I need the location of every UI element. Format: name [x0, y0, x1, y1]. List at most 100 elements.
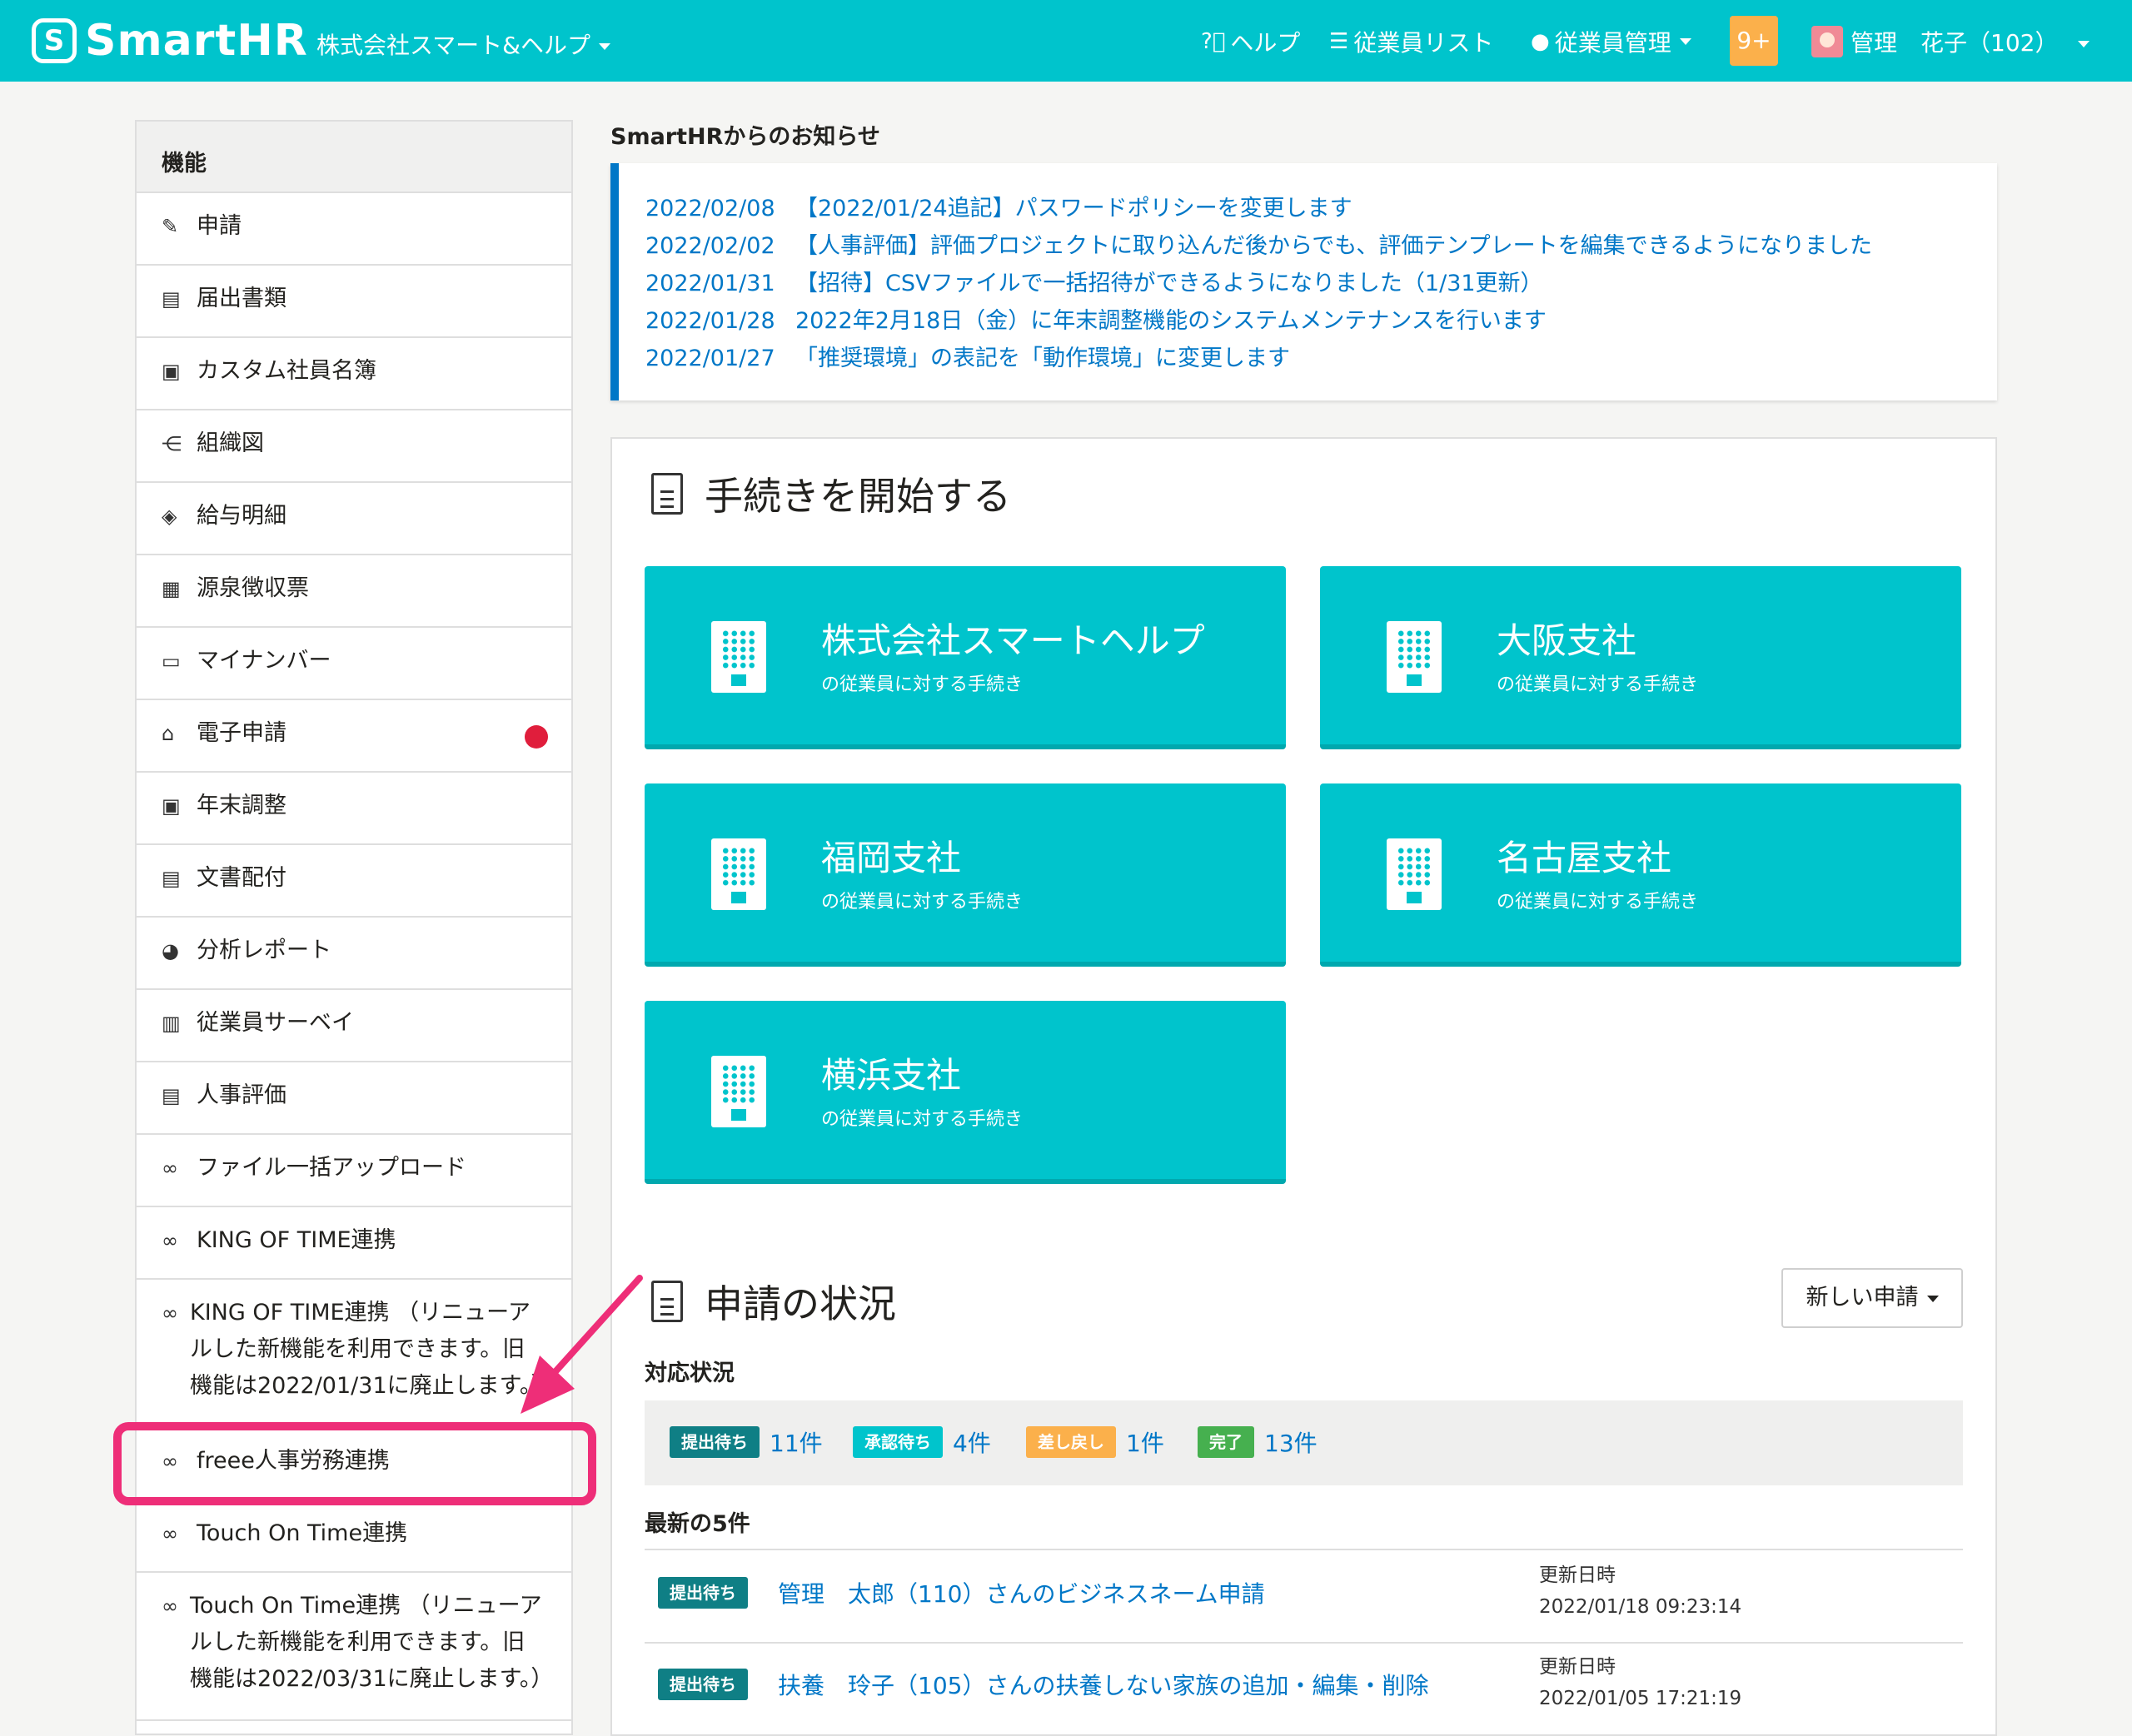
- sidebar-item[interactable]: ∞ Touch On Time連携 （リニューアルした新機能を利用できます。旧機能…: [137, 1573, 571, 1721]
- calculator-icon: ▦: [162, 577, 181, 600]
- sidebar-item-label: ファイル一括アップロード: [197, 1155, 466, 1181]
- divider: [645, 1549, 1963, 1550]
- sidebar-item-label: 給与明細: [197, 503, 286, 529]
- building-icon: [1387, 838, 1442, 910]
- id-card-icon: ▭: [162, 649, 181, 673]
- tile-name: 株式会社スマートヘルプ: [821, 620, 1205, 661]
- sidebar-item-label: Touch On Time連携: [197, 1520, 408, 1546]
- status-badge: 提出待ち: [658, 1669, 748, 1700]
- tile-subtitle: の従業員に対する手続き: [821, 1109, 1024, 1130]
- document-icon: [651, 1281, 683, 1322]
- notification-badge[interactable]: 9+: [1730, 16, 1778, 66]
- help-link[interactable]: ?⃝ ヘルプ: [1201, 25, 1300, 58]
- notice-text: 【人事評価】評価プロジェクトに取り込んだ後からでも、評価テンプレートを編集できる…: [795, 233, 1873, 259]
- question-circle-icon: ?⃝: [1201, 29, 1226, 54]
- sidebar-item[interactable]: ▦ 源泉徴収票: [137, 555, 571, 628]
- employee-list-link[interactable]: ☰ 従業員リスト: [1329, 25, 1493, 58]
- sidebar-item[interactable]: ▣ カスタム社員名簿: [137, 338, 571, 410]
- tile-name: 横浜支社: [821, 1055, 962, 1096]
- sidebar-item-label: カスタム社員名簿: [197, 358, 376, 384]
- building-icon: [711, 1056, 766, 1127]
- sidebar-item-label: 分析レポート: [197, 938, 331, 963]
- application-icon: ✎: [162, 215, 179, 238]
- procedure-tile[interactable]: 株式会社スマートヘルプの従業員に対する手続き: [645, 566, 1286, 749]
- status-filter[interactable]: 提出待ち 11件: [670, 1425, 823, 1459]
- building-icon: [711, 621, 766, 693]
- application-link[interactable]: 管理 太郎（110）さんのビジネスネーム申請: [778, 1576, 1265, 1609]
- sidebar-item[interactable]: ∞ Touch On Time連携: [137, 1500, 571, 1573]
- notice-link[interactable]: 2022/01/28 2022年2月18日（金）に年末調整機能のシステムメンテナン…: [645, 302, 1970, 340]
- new-application-button[interactable]: 新しい申請: [1781, 1268, 1963, 1328]
- applications-heading: 申請の状況: [651, 1274, 896, 1329]
- sidebar-item-label: 源泉徴収票: [197, 575, 309, 601]
- notice-text: 2022年2月18日（金）に年末調整機能のシステムメンテナンスを行います: [795, 308, 1547, 334]
- sidebar-item[interactable]: ◈ 給与明細: [137, 483, 571, 555]
- sidebar-item[interactable]: ▭ マイナンバー: [137, 628, 571, 700]
- employee-book-icon: ▣: [162, 360, 181, 383]
- notice-link[interactable]: 2022/02/02 【人事評価】評価プロジェクトに取り込んだ後からでも、評価テン…: [645, 227, 1970, 265]
- tile-subtitle: の従業員に対する手続き: [1497, 674, 1699, 695]
- chevron-down-icon: [1679, 38, 1691, 45]
- procedure-tile[interactable]: 名古屋支社 の従業員に対する手続き: [1320, 783, 1961, 967]
- notice-link[interactable]: 2022/02/08 【2022/01/24追記】パスワードポリシーを変更します: [645, 190, 1970, 227]
- tile-name: 大阪支社: [1497, 620, 1637, 661]
- notice-date: 2022/01/28: [645, 308, 775, 334]
- status-badge: 差し戻し: [1026, 1426, 1116, 1458]
- notice-text: 「推奨環境」の表記を「動作環境」に変更します: [795, 346, 1290, 371]
- calendar-icon: ▣: [162, 794, 181, 818]
- sidebar-item-label: KING OF TIME連携 （リニューアルした新機能を利用できます。旧機能は2…: [190, 1300, 554, 1399]
- updated-label: 更新日時: [1539, 1564, 1616, 1586]
- logo-text: SmartHR: [85, 16, 308, 66]
- employee-management-label: 従業員管理: [1554, 29, 1671, 57]
- sidebar-item-label: 文書配付: [197, 865, 286, 891]
- sidebar-item[interactable]: ◕ 分析レポート: [137, 918, 571, 990]
- sidebar-item[interactable]: ▤ 届出書類: [137, 266, 571, 338]
- org-chart-icon: ⋲: [162, 432, 182, 455]
- user-menu[interactable]: 管理 花子（102）: [1851, 25, 2090, 58]
- procedures-heading: 手続きを開始する: [651, 466, 1011, 521]
- company-selector[interactable]: 株式会社スマート&ヘルプ: [316, 27, 610, 61]
- sidebar-item[interactable]: ▤ 文書配付: [137, 845, 571, 918]
- sidebar-title: 機能: [137, 122, 571, 193]
- chevron-down-icon: [599, 43, 610, 50]
- procedure-tile[interactable]: 横浜支社の従業員に対する手続き: [645, 1001, 1286, 1184]
- tile-subtitle: の従業員に対する手続き: [821, 892, 1024, 913]
- status-filter[interactable]: 完了 13件: [1198, 1425, 1318, 1459]
- bank-icon: ⌂: [162, 722, 175, 745]
- updated-label: 更新日時: [1539, 1656, 1616, 1678]
- status-filter[interactable]: 差し戻し 1件: [1026, 1425, 1164, 1459]
- sidebar-item[interactable]: ▥ 従業員サーベイ: [137, 990, 571, 1062]
- status-badge: 提出待ち: [670, 1426, 760, 1458]
- sidebar-item[interactable]: ∞ KING OF TIME連携 （リニューアルした新機能を利用できます。旧機能は…: [137, 1280, 571, 1428]
- sidebar-item[interactable]: ⌂ 電子申請: [137, 700, 571, 773]
- link-icon: ∞: [162, 1229, 178, 1252]
- smarthr-logo[interactable]: S SmartHR: [32, 16, 308, 66]
- sidebar-item-label: KING OF TIME連携: [197, 1227, 396, 1253]
- employee-management-menu[interactable]: ● 従業員管理: [1531, 25, 1691, 58]
- notice-link[interactable]: 2022/01/31 【招待】CSVファイルで一括招待ができるようになりました（1…: [645, 265, 1970, 302]
- sidebar-item[interactable]: ∞ KING OF TIME連携: [137, 1207, 571, 1280]
- employee-list-label: 従業員リスト: [1353, 29, 1494, 57]
- building-icon: [1387, 621, 1442, 693]
- avatar[interactable]: [1811, 26, 1843, 57]
- status-badge: 承認待ち: [853, 1426, 943, 1458]
- updated-datetime: 2022/01/18 09:23:14: [1539, 1596, 1742, 1618]
- application-link[interactable]: 扶養 玲子（105）さんの扶養しない家族の追加・編集・削除: [778, 1668, 1428, 1701]
- sidebar-item-label: 人事評価: [197, 1082, 286, 1108]
- sidebar-item[interactable]: ✎ 申請: [137, 193, 571, 266]
- notice-link[interactable]: 2022/01/27 「推奨環境」の表記を「動作環境」に変更します: [645, 340, 1970, 377]
- procedure-tile[interactable]: 大阪支社の従業員に対する手続き: [1320, 566, 1961, 749]
- sidebar-item[interactable]: ⋲ 組織図: [137, 410, 571, 483]
- status-filter[interactable]: 承認待ち 4件: [853, 1425, 991, 1459]
- sidebar-item[interactable]: ▣ 年末調整: [137, 773, 571, 845]
- procedures-title: 手続きを開始する: [705, 474, 1011, 519]
- link-icon: ∞: [162, 1301, 178, 1325]
- latest-heading: 最新の5件: [645, 1511, 750, 1537]
- tile-subtitle: の従業員に対する手続き: [821, 674, 1024, 695]
- sidebar-item-label: 組織図: [197, 430, 264, 456]
- sidebar-item[interactable]: ▤ 人事評価: [137, 1062, 571, 1135]
- document-icon: ▤: [162, 287, 181, 311]
- procedure-tile[interactable]: 福岡支社 の従業員に対する手続き: [645, 783, 1286, 967]
- sidebar-item[interactable]: ∞ ファイル一括アップロード: [137, 1135, 571, 1207]
- sidebar-item-label: 申請: [197, 213, 242, 239]
